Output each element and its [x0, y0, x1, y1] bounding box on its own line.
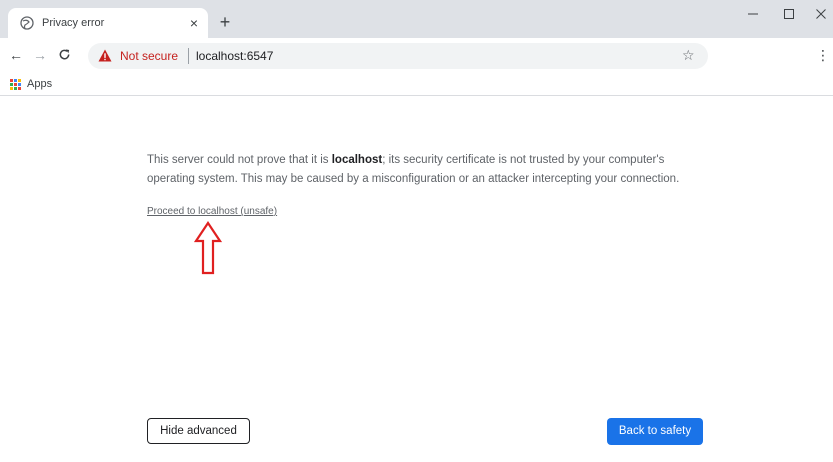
apps-label: Apps [27, 78, 53, 90]
annotation-arrow-icon [194, 221, 222, 275]
forward-button[interactable]: → [30, 45, 50, 65]
apps-grid-icon [10, 79, 21, 90]
bookmark-star-icon[interactable]: ☆ [682, 47, 695, 63]
tab-strip: Privacy error × + [0, 0, 833, 38]
error-explanation: This server could not prove that it is l… [147, 151, 707, 189]
reload-icon [59, 49, 69, 60]
bookmarks-bar: Apps [0, 72, 833, 96]
privacy-error-page: This server could not prove that it is l… [0, 96, 833, 462]
maximize-button[interactable] [774, 6, 804, 30]
minimize-icon [748, 13, 758, 15]
close-icon [815, 9, 826, 19]
browser-menu-icon[interactable]: ⋮ [816, 47, 830, 63]
proceed-unsafe-link[interactable]: Proceed to localhost (unsafe) [147, 205, 277, 219]
url-text[interactable]: localhost:6547 [196, 49, 273, 63]
security-status[interactable]: Not secure [120, 49, 178, 63]
tab-close-icon[interactable]: × [186, 15, 202, 31]
hide-advanced-button[interactable]: Hide advanced [147, 418, 250, 444]
new-tab-button[interactable]: + [215, 13, 235, 33]
reload-button[interactable] [54, 45, 74, 65]
maximize-icon [784, 9, 794, 19]
tab-privacy-error[interactable]: Privacy error × [8, 8, 208, 38]
globe-icon [20, 16, 34, 30]
address-separator [188, 48, 189, 64]
address-bar[interactable]: Not secure localhost:6547 ☆ [88, 43, 708, 69]
browser-window: Privacy error × + ← → Not secure localho… [0, 0, 833, 462]
back-to-safety-button[interactable]: Back to safety [607, 418, 703, 445]
tab-title: Privacy error [42, 17, 105, 29]
explanation-hostname: localhost [331, 154, 383, 166]
browser-toolbar: ← → Not secure localhost:6547 ☆ ⋮ [0, 38, 833, 72]
window-close-button[interactable] [808, 6, 833, 30]
back-button[interactable]: ← [6, 45, 26, 65]
warning-icon [98, 49, 112, 62]
minimize-button[interactable] [738, 6, 768, 30]
explanation-text-start: This server could not prove that it is [147, 154, 332, 166]
